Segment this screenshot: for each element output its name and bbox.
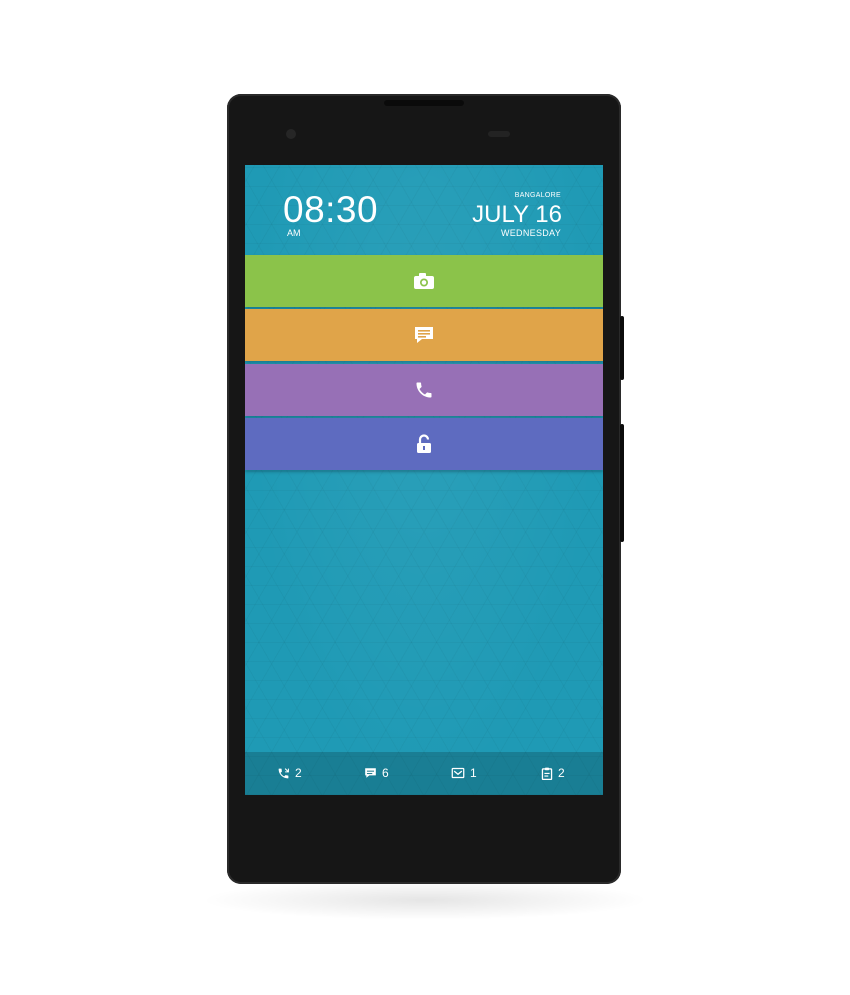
earpiece [384,100,464,106]
power-button[interactable] [620,424,624,542]
phone-shortcut-band[interactable] [245,364,603,416]
inbox-icon [451,767,465,779]
unlock-shortcut-band[interactable] [245,418,603,470]
lock-screen: 08:30 AM BANGALORE JULY 16 WEDNESDAY 2 6… [245,165,603,795]
weekday-label: WEDNESDAY [500,228,561,238]
device-shadow [200,880,650,920]
messages-count: 6 [382,766,389,780]
missed-call-icon [278,767,289,778]
camera-icon [414,273,434,289]
email-indicator[interactable]: 1 [451,766,477,780]
notification-bar: 2 6 1 2 [245,752,603,795]
email-count: 1 [470,766,477,780]
unlock-icon [417,434,431,453]
missed-calls-count: 2 [295,766,302,780]
message-icon [365,768,376,778]
messages-indicator[interactable]: 6 [364,766,389,780]
messages-shortcut-band[interactable] [245,309,603,361]
location-label: BANGALORE [514,192,561,199]
front-camera [286,129,296,139]
proximity-sensor [488,131,510,137]
message-icon [415,327,433,343]
clipboard-icon [541,767,553,780]
clock-ampm: AM [287,228,301,238]
camera-shortcut-band[interactable] [245,255,603,307]
tasks-count: 2 [558,766,565,780]
volume-button[interactable] [620,316,624,380]
date-label: JULY 16 [472,201,562,228]
clock-time: 08:30 [283,189,379,230]
missed-calls-indicator[interactable]: 2 [277,766,302,780]
phone-icon [416,382,432,398]
tasks-indicator[interactable]: 2 [541,766,565,780]
